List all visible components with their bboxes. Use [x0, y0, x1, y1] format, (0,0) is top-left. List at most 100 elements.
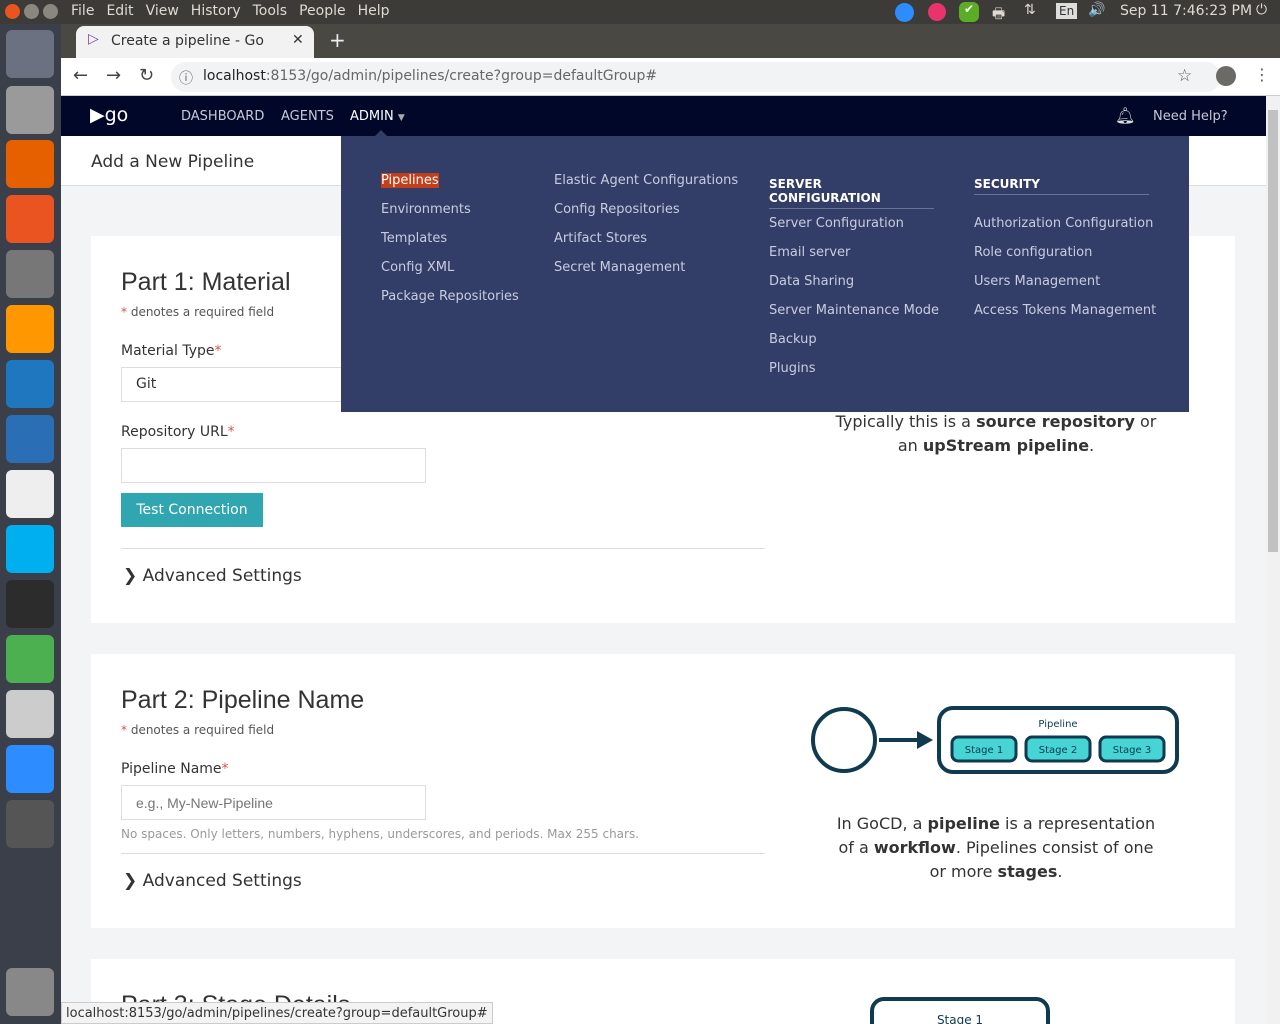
menu-item-secret-management[interactable]: Secret Management: [554, 260, 685, 275]
material-type-select[interactable]: Git: [121, 367, 351, 402]
menu-item-backup[interactable]: Backup: [769, 332, 817, 347]
admin-dropdown-menu: Pipelines Environments Templates Config …: [341, 136, 1189, 412]
forward-icon[interactable]: →: [106, 65, 121, 86]
arrow-head: [917, 731, 933, 749]
pipeline-label: Pipeline: [1038, 719, 1077, 730]
material-type-label: Material Type*: [121, 343, 222, 359]
launcher: [0, 24, 61, 1024]
menu-item-pipelines[interactable]: Pipelines: [381, 173, 439, 188]
gocd-favicon-icon: ▷: [88, 31, 99, 47]
pipeline-name-card: Part 2: Pipeline Name * denotes a requir…: [91, 654, 1235, 928]
close-window-button[interactable]: [5, 4, 20, 19]
menu-item-data-sharing[interactable]: Data Sharing: [769, 274, 854, 289]
volume-icon[interactable]: 🔊: [1088, 2, 1105, 18]
menu-item-server-maintenance-mode[interactable]: Server Maintenance Mode: [769, 303, 939, 318]
menu-item-authorization-configuration[interactable]: Authorization Configuration: [974, 216, 1153, 231]
menu-item-artifact-stores[interactable]: Artifact Stores: [554, 231, 647, 246]
close-tab-icon[interactable]: ✕: [292, 32, 304, 48]
material-description: Typically this is a source repository or…: [835, 412, 1157, 455]
menu-tools[interactable]: Tools: [253, 3, 288, 19]
menu-item-plugins[interactable]: Plugins: [769, 361, 816, 376]
menu-item-elastic-agent-configurations[interactable]: Elastic Agent Configurations: [554, 173, 738, 188]
required-note: * denotes a required field: [121, 723, 275, 737]
advanced-settings-toggle[interactable]: ❯ Advanced Settings: [123, 566, 302, 586]
browser-tab[interactable]: ▷ Create a pipeline - Go ✕: [76, 26, 314, 58]
new-tab-button[interactable]: +: [329, 28, 346, 52]
sublime-text-icon[interactable]: [6, 305, 54, 353]
menu-item-role-configuration[interactable]: Role configuration: [974, 245, 1092, 260]
chrome-icon[interactable]: [6, 635, 54, 683]
minimize-window-button[interactable]: [24, 4, 39, 19]
maximize-window-button[interactable]: [43, 4, 58, 19]
chevron-right-icon: ❯: [123, 871, 138, 891]
keyboard-layout-indicator[interactable]: En: [1056, 3, 1078, 19]
bookmark-star-icon[interactable]: ☆: [1177, 66, 1192, 86]
ubuntu-dash-icon[interactable]: [6, 30, 54, 78]
pipeline-name-label: Pipeline Name*: [121, 761, 229, 777]
gocd-header: ▶go DASHBOARD AGENTS ADMIN ▼ 🔔︎ Need Hel…: [61, 96, 1266, 136]
menu-item-email-server[interactable]: Email server: [769, 245, 850, 260]
vscode-icon[interactable]: [6, 360, 54, 408]
chevron-right-icon: ❯: [123, 566, 138, 586]
software-center-icon[interactable]: [6, 195, 54, 243]
stage-label: Stage 2: [1039, 745, 1077, 756]
menu-file[interactable]: File: [71, 3, 94, 19]
power-icon[interactable]: ⏻: [1256, 2, 1267, 18]
repository-url-label: Repository URL*: [121, 424, 235, 440]
menu-help[interactable]: Help: [358, 3, 390, 19]
page-title: Add a New Pipeline: [91, 152, 255, 172]
menu-item-server-configuration[interactable]: Server Configuration: [769, 216, 904, 231]
network-icon[interactable]: ⇅: [1024, 2, 1036, 18]
nav-agents[interactable]: AGENTS: [281, 109, 334, 124]
pipeline-diagram: Pipeline Stage 1 Stage 2 Stage 3: [811, 706, 1179, 774]
writer-icon[interactable]: [6, 415, 54, 463]
menu-history[interactable]: History: [191, 3, 241, 19]
zoom-icon[interactable]: [6, 745, 54, 793]
skype-icon[interactable]: [6, 525, 54, 573]
url-host: localhost: [203, 68, 266, 84]
menu-edit[interactable]: Edit: [106, 3, 133, 19]
os-top-bar: File Edit View History Tools People Help ✔ 🖶 ⇅…: [0, 0, 1280, 24]
advanced-settings-toggle[interactable]: ❯ Advanced Settings: [123, 871, 302, 891]
bell-icon[interactable]: 🔔︎: [1115, 106, 1135, 125]
clock[interactable]: Sep 11 7:46:23 PM: [1120, 3, 1252, 19]
required-note: * denotes a required field: [121, 305, 275, 319]
pipeline-name-input[interactable]: [121, 785, 426, 820]
menu-people[interactable]: People: [299, 3, 346, 19]
zoom-tray-icon[interactable]: [895, 3, 914, 22]
profile-avatar[interactable]: [1216, 66, 1236, 86]
check-tray-icon[interactable]: ✔: [959, 2, 979, 22]
menu-item-users-management[interactable]: Users Management: [974, 274, 1100, 289]
back-icon[interactable]: ←: [73, 65, 88, 86]
nav-admin[interactable]: ADMIN ▼: [350, 109, 405, 124]
tab-title: Create a pipeline - Go: [111, 33, 264, 49]
scrollbar-thumb[interactable]: [1268, 110, 1278, 552]
files-icon[interactable]: [6, 86, 54, 134]
repository-url-input[interactable]: [121, 448, 426, 483]
slack-icon[interactable]: [6, 470, 54, 518]
text-editor-icon[interactable]: [6, 690, 54, 738]
menu-view[interactable]: View: [146, 3, 179, 19]
browser-menu-icon[interactable]: ⋮: [1254, 65, 1270, 84]
test-connection-button[interactable]: Test Connection: [121, 493, 263, 527]
menu-item-access-tokens-management[interactable]: Access Tokens Management: [974, 303, 1156, 318]
gocd-logo[interactable]: ▶go: [90, 104, 128, 126]
menu-item-environments[interactable]: Environments: [381, 202, 471, 217]
page-scrollbar[interactable]: [1266, 96, 1280, 1024]
url-input[interactable]: ⓘ localhost:8153/go/admin/pipelines/crea…: [171, 62, 1221, 92]
menu-item-templates[interactable]: Templates: [381, 231, 447, 246]
menu-item-config-repositories[interactable]: Config Repositories: [554, 202, 680, 217]
trash-icon[interactable]: [6, 968, 54, 1016]
need-help-link[interactable]: Need Help?: [1153, 109, 1228, 124]
terminal-icon[interactable]: [6, 580, 54, 628]
workspace-switcher-icon[interactable]: [6, 800, 54, 848]
pipeline-name-hint: No spaces. Only letters, numbers, hyphen…: [121, 827, 640, 841]
nav-dashboard[interactable]: DASHBOARD: [181, 109, 264, 124]
stage-label: Stage 1: [965, 745, 1003, 756]
menu-item-package-repositories[interactable]: Package Repositories: [381, 289, 519, 304]
menu-item-config-xml[interactable]: Config XML: [381, 260, 454, 275]
settings-icon[interactable]: [6, 250, 54, 298]
firefox-icon[interactable]: [6, 140, 54, 188]
reload-icon[interactable]: ↻: [139, 65, 154, 86]
slack-tray-icon[interactable]: [928, 3, 946, 21]
